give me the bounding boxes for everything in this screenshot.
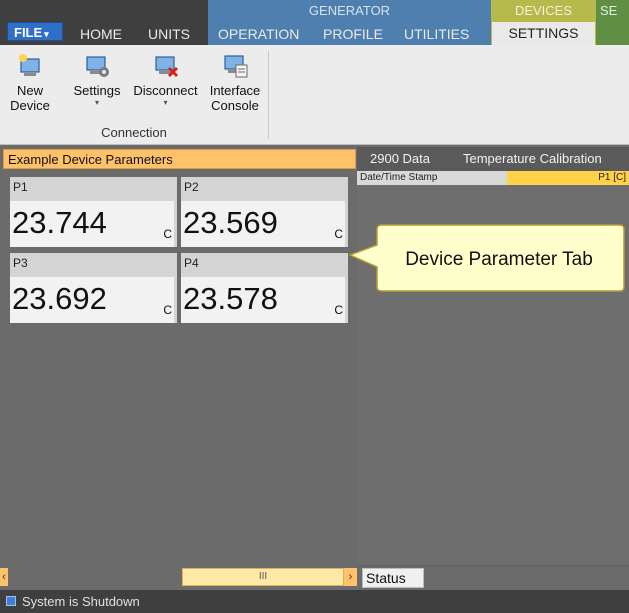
- column-header-p1[interactable]: P1 [C]: [507, 171, 629, 185]
- status-text: System is Shutdown: [22, 594, 140, 609]
- generator-group-header: GENERATOR: [208, 0, 491, 22]
- interface-console-icon: [224, 55, 248, 78]
- tab-units[interactable]: UNITS: [148, 24, 190, 45]
- tab-operation[interactable]: OPERATION: [218, 24, 299, 45]
- callout-text: Device Parameter Tab: [405, 249, 593, 270]
- ribbon-group-separator: [268, 51, 269, 139]
- param-value: 23.578: [183, 281, 278, 316]
- file-menu-button[interactable]: FILE ▾: [7, 22, 63, 41]
- status-bar: System is Shutdown: [0, 590, 629, 613]
- param-label: P2: [184, 180, 199, 194]
- param-value: 23.569: [183, 205, 278, 240]
- param-value: 23.744: [12, 205, 107, 240]
- data-grid-header: Date/Time Stamp P1 [C]: [357, 171, 629, 185]
- disconnect-button[interactable]: Disconnect ▾: [128, 51, 203, 108]
- tab-utilities[interactable]: UTILITIES: [404, 24, 469, 45]
- param-card-p2: P2 23.569 C: [181, 177, 348, 247]
- tab-profile[interactable]: PROFILE: [323, 24, 383, 45]
- settings-button[interactable]: Settings ▾: [69, 51, 125, 108]
- connection-group-label: Connection: [101, 125, 167, 140]
- tab-status-log[interactable]: Status Log: [362, 568, 424, 604]
- param-card-p3: P3 23.692 C: [10, 253, 177, 323]
- column-header-date[interactable]: Date/Time Stamp: [360, 171, 437, 185]
- ribbon-body: New Device Settings ▾ Disconnect ▾ Inter…: [0, 45, 629, 145]
- param-unit: C: [163, 303, 172, 317]
- scroll-left-arrow-icon[interactable]: ‹: [0, 568, 8, 586]
- data-panel-tabs: 2900 Data Temperature Calibration: [357, 147, 629, 171]
- disconnect-dropdown-icon: ▾: [163, 98, 168, 107]
- callout-bubble: Device Parameter Tab: [349, 224, 625, 292]
- param-value: 23.692: [12, 281, 107, 316]
- param-unit: C: [163, 227, 172, 241]
- new-device-button[interactable]: New Device: [8, 51, 52, 113]
- param-unit: C: [334, 303, 343, 317]
- tab-home[interactable]: HOME: [80, 24, 122, 45]
- param-label: P4: [184, 256, 199, 270]
- settings-dropdown-icon: ▾: [94, 98, 99, 107]
- scroll-thumb[interactable]: III: [182, 568, 344, 586]
- param-card-p1: P1 23.744 C: [10, 177, 177, 247]
- tab-temperature-calibration[interactable]: Temperature Calibration: [463, 147, 602, 171]
- disconnect-icon: [154, 56, 178, 78]
- interface-console-button[interactable]: Interface Console: [205, 51, 265, 113]
- device-settings-icon: [86, 56, 109, 77]
- status-indicator-icon: [6, 596, 16, 606]
- scroll-right-arrow-icon[interactable]: ›: [344, 568, 357, 586]
- param-unit: C: [334, 227, 343, 241]
- ribbon-tab-bar: GENERATOR DEVICES SE FILE ▾ HOME UNITS OP…: [0, 0, 629, 45]
- se-group-header: SE: [596, 0, 629, 22]
- device-parameters-header[interactable]: Example Device Parameters: [3, 149, 356, 169]
- param-label: P1: [13, 180, 28, 194]
- param-label: P3: [13, 256, 28, 270]
- param-card-p4: P4 23.578 C: [181, 253, 348, 323]
- devices-group-header: DEVICES: [491, 0, 596, 22]
- tab-2900-data[interactable]: 2900 Data: [370, 147, 430, 171]
- tab-settings[interactable]: SETTINGS: [492, 22, 595, 45]
- new-device-icon: [19, 54, 40, 76]
